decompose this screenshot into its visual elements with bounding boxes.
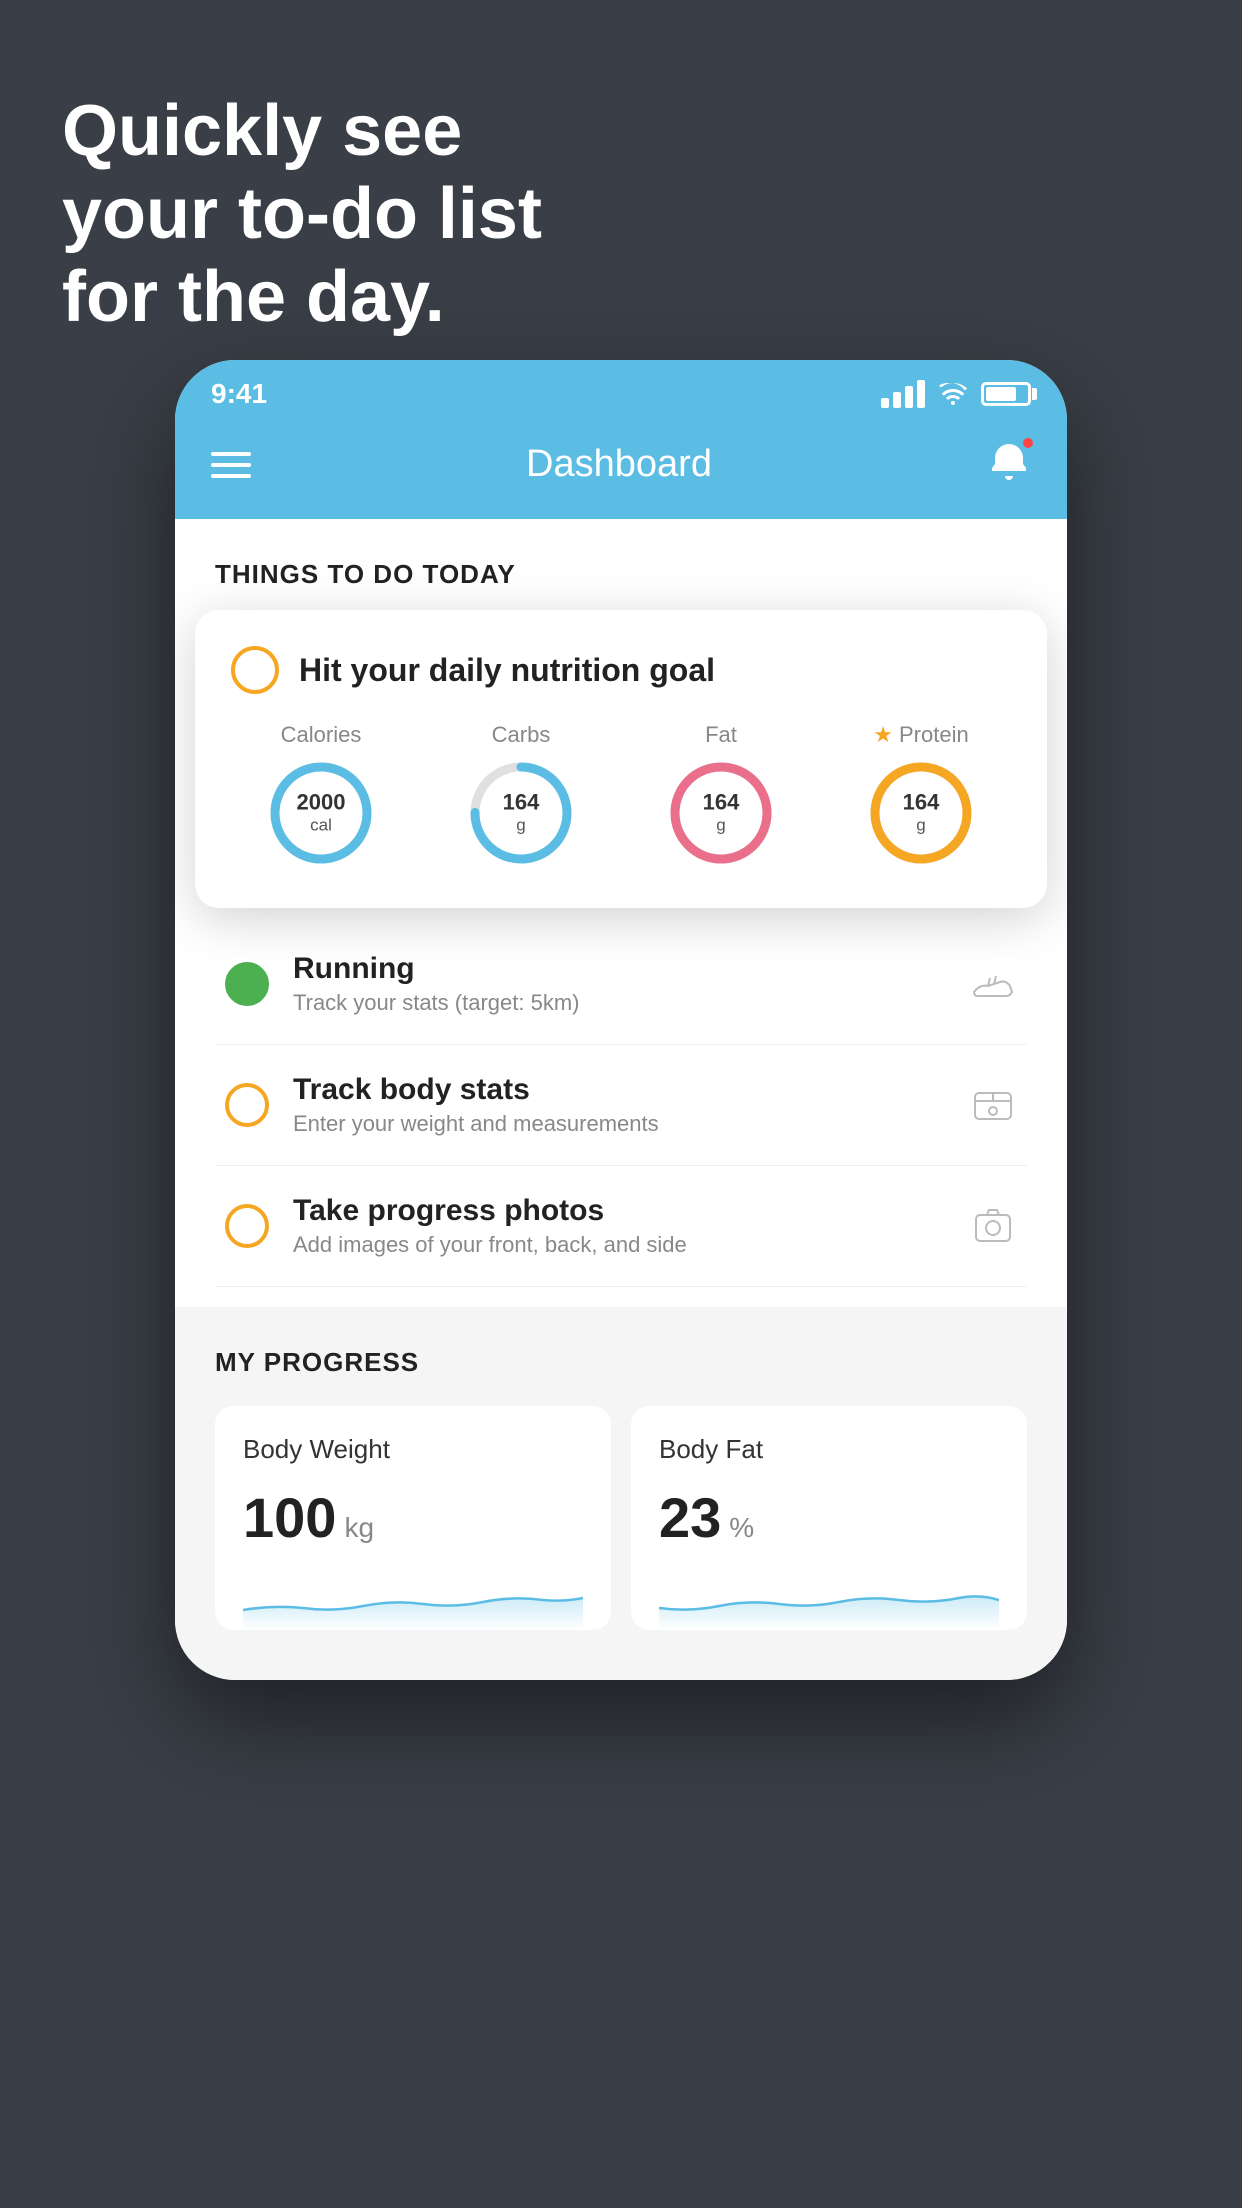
star-icon: ★ bbox=[873, 722, 893, 748]
hero-line2: your to-do list bbox=[62, 173, 542, 256]
weight-card-title: Body Weight bbox=[243, 1434, 583, 1465]
time: 9:41 bbox=[211, 378, 267, 410]
todo-item-body-stats[interactable]: Track body stats Enter your weight and m… bbox=[215, 1045, 1027, 1166]
fat-num: 23 bbox=[659, 1485, 721, 1550]
hero-text: Quickly see your to-do list for the day. bbox=[62, 90, 542, 338]
nutrition-item-protein: ★ Protein 164 g bbox=[831, 722, 1011, 868]
todo-item-running[interactable]: Running Track your stats (target: 5km) bbox=[215, 924, 1027, 1045]
hero-line3: for the day. bbox=[62, 256, 542, 339]
header-title: Dashboard bbox=[526, 443, 712, 486]
scale-icon bbox=[969, 1081, 1017, 1129]
notification-dot bbox=[1021, 436, 1035, 450]
todo-item-photos[interactable]: Take progress photos Add images of your … bbox=[215, 1166, 1027, 1287]
fat-value: 164 g bbox=[703, 790, 740, 837]
status-bar: 9:41 bbox=[175, 360, 1067, 420]
fat-ring: 164 g bbox=[666, 758, 776, 868]
calories-label: Calories bbox=[281, 722, 362, 748]
protein-ring: 164 g bbox=[866, 758, 976, 868]
todo-name-running: Running bbox=[293, 952, 945, 986]
progress-card-fat[interactable]: Body Fat 23 % bbox=[631, 1406, 1027, 1630]
carbs-ring: 164 g bbox=[466, 758, 576, 868]
fat-unit: % bbox=[729, 1512, 754, 1544]
fat-card-title: Body Fat bbox=[659, 1434, 999, 1465]
notification-bell[interactable] bbox=[987, 440, 1031, 489]
main-content: THINGS TO DO TODAY Hit your daily nutrit… bbox=[175, 519, 1067, 1307]
todo-sub-photos: Add images of your front, back, and side bbox=[293, 1232, 945, 1258]
nutrition-card-title: Hit your daily nutrition goal bbox=[299, 652, 715, 689]
carbs-value: 164 g bbox=[503, 790, 540, 837]
wifi-icon bbox=[937, 383, 969, 405]
todo-text-running: Running Track your stats (target: 5km) bbox=[293, 952, 945, 1016]
fat-value-container: 23 % bbox=[659, 1485, 999, 1550]
protein-label: ★ Protein bbox=[873, 722, 968, 748]
battery-icon bbox=[981, 382, 1031, 406]
signal-icon bbox=[881, 380, 925, 408]
photo-icon bbox=[969, 1202, 1017, 1250]
hero-line1: Quickly see bbox=[62, 90, 542, 173]
todo-circle-photos bbox=[225, 1204, 269, 1248]
progress-title: MY PROGRESS bbox=[215, 1347, 1027, 1378]
menu-button[interactable] bbox=[211, 452, 251, 478]
progress-cards: Body Weight 100 kg bbox=[215, 1406, 1027, 1630]
phone-mockup: 9:41 Dashboard bbox=[175, 360, 1067, 1680]
todo-list: Running Track your stats (target: 5km) T… bbox=[215, 924, 1027, 1287]
todo-text-body-stats: Track body stats Enter your weight and m… bbox=[293, 1073, 945, 1137]
fat-sparkline bbox=[659, 1570, 999, 1630]
status-icons bbox=[881, 380, 1031, 408]
nutrition-item-calories: Calories 2000 cal bbox=[231, 722, 411, 868]
weight-value-container: 100 kg bbox=[243, 1485, 583, 1550]
weight-unit: kg bbox=[344, 1512, 374, 1544]
weight-num: 100 bbox=[243, 1485, 336, 1550]
shoe-icon bbox=[969, 960, 1017, 1008]
todo-circle-body-stats bbox=[225, 1083, 269, 1127]
todo-circle-nutrition bbox=[231, 646, 279, 694]
calories-ring: 2000 cal bbox=[266, 758, 376, 868]
todo-name-photos: Take progress photos bbox=[293, 1194, 945, 1228]
nutrition-card: Hit your daily nutrition goal Calories 2… bbox=[195, 610, 1047, 908]
todo-text-photos: Take progress photos Add images of your … bbox=[293, 1194, 945, 1258]
things-to-do-title: THINGS TO DO TODAY bbox=[215, 559, 1027, 590]
nutrition-item-fat: Fat 164 g bbox=[631, 722, 811, 868]
fat-label: Fat bbox=[705, 722, 737, 748]
progress-card-weight[interactable]: Body Weight 100 kg bbox=[215, 1406, 611, 1630]
todo-name-body-stats: Track body stats bbox=[293, 1073, 945, 1107]
todo-sub-body-stats: Enter your weight and measurements bbox=[293, 1111, 945, 1137]
protein-value: 164 g bbox=[903, 790, 940, 837]
todo-sub-running: Track your stats (target: 5km) bbox=[293, 990, 945, 1016]
app-header: Dashboard bbox=[175, 420, 1067, 519]
card-header: Hit your daily nutrition goal bbox=[231, 646, 1011, 694]
todo-circle-running bbox=[225, 962, 269, 1006]
nutrition-item-carbs: Carbs 164 g bbox=[431, 722, 611, 868]
weight-sparkline bbox=[243, 1570, 583, 1630]
nutrition-grid: Calories 2000 cal Carbs bbox=[231, 722, 1011, 868]
carbs-label: Carbs bbox=[492, 722, 551, 748]
calories-value: 2000 cal bbox=[297, 790, 346, 837]
progress-section: MY PROGRESS Body Weight 100 kg bbox=[175, 1307, 1067, 1680]
